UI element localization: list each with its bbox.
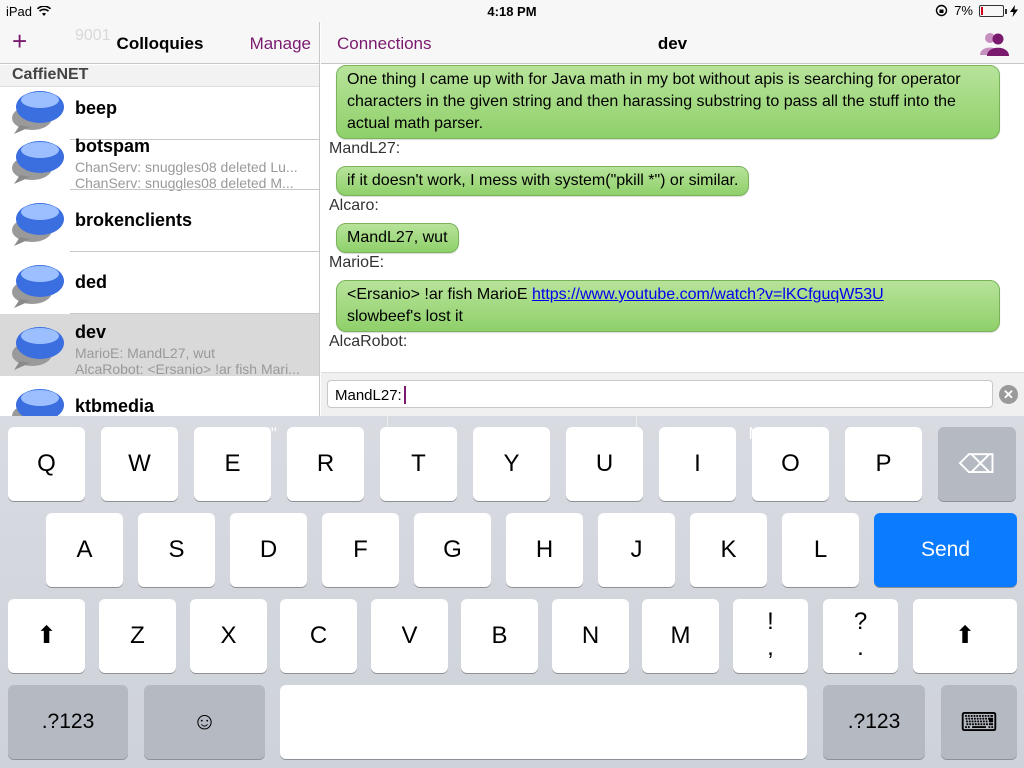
manage-button[interactable]: Manage [250,34,311,54]
key-s[interactable]: S [138,513,215,587]
key-y[interactable]: Y [473,427,550,501]
message-text: <Ersanio> !ar fish MarioE [347,286,532,303]
status-time: 4:18 PM [487,4,537,19]
key-e[interactable]: E [194,427,271,501]
message-bubble: <Ersanio> !ar fish MarioE https://www.yo… [336,280,1000,332]
list-item-ded[interactable]: ded [0,252,319,314]
message-nick: MarioE: [329,254,385,271]
battery-fill [981,6,983,15]
key-b[interactable]: B [461,599,538,673]
channel-name: brokenclients [75,210,193,230]
message-bubble: One thing I came up with for Java math i… [336,65,1000,139]
channel-preview-line: ChanServ: snuggles08 deleted Lu... [75,159,298,175]
status-bar: iPad 4:18 PM 7% [0,0,1024,22]
left-navbar: 9001 + Colloquies Manage [0,22,319,64]
chat-bubble-icon [12,389,64,416]
key-x[interactable]: X [190,599,267,673]
emoji-key[interactable]: ☺ [144,685,265,759]
key-q[interactable]: Q [8,427,85,501]
shift-key-right[interactable]: ⬆ [913,599,1017,673]
key-v[interactable]: V [371,599,448,673]
message-bubble: MandL27, wut [336,223,459,253]
message-text: slowbeef's lost it [347,308,463,325]
channel-name: beep [75,98,118,118]
key-h[interactable]: H [506,513,583,587]
message-nick: MandL27: [329,140,401,157]
network-section-header: CaffieNET [0,65,319,87]
channel-name: dev [75,322,107,342]
chat-bubble-icon [12,203,64,246]
key-top-char: ! [767,608,774,635]
channel-sidebar: beep botspam ChanServ: snuggles08 delete… [0,22,320,416]
channel-title: dev [657,34,688,53]
keyboard-hide-icon[interactable]: ⌨ [941,685,1017,759]
key-r[interactable]: R [287,427,364,501]
key-a[interactable]: A [46,513,123,587]
key-g[interactable]: G [414,513,491,587]
battery-percent: 7% [954,3,973,18]
numbers-key-right[interactable]: .?123 [823,685,925,759]
key-j[interactable]: J [598,513,675,587]
right-navbar: Connections dev [321,22,1024,64]
key-t[interactable]: T [380,427,457,501]
clear-icon[interactable]: ✕ [999,385,1018,404]
key-u[interactable]: U [566,427,643,501]
text-caret [403,386,406,404]
channel-name: botspam [75,136,151,156]
key-top-char: ? [853,608,868,635]
channel-name: ded [75,272,108,292]
input-bar: MandL27: ✕ [321,372,1024,416]
channel-preview-line: MarioE: MandL27, wut [75,345,216,361]
chat-bubble-icon [12,141,64,184]
backspace-key[interactable]: ⌫ [938,427,1016,501]
key-o[interactable]: O [752,427,829,501]
key-i[interactable]: I [659,427,736,501]
battery-icon [979,4,1007,17]
keyboard: "M" My Me Q W E R T Y U I O P ⌫ A S D F … [0,416,1024,768]
chat-transcript[interactable]: One thing I came up with for Java math i… [321,65,1024,372]
channel-preview-line: AlcaRobot: <Ersanio> !ar fish Mari... [75,361,300,377]
users-icon[interactable] [978,30,1010,56]
space-key[interactable] [280,685,807,759]
key-z[interactable]: Z [99,599,176,673]
key-f[interactable]: F [322,513,399,587]
chat-bubble-icon [12,265,64,308]
status-right: 7% [935,3,1018,18]
key-bottom-char: . [857,634,864,661]
list-item-brokenclients[interactable]: brokenclients [0,190,319,252]
rotation-lock-icon [936,4,948,17]
message-nick: AlcaRobot: [329,333,408,350]
list-item-ktbmedia[interactable]: ktbmedia [0,376,319,416]
charging-icon [1010,4,1018,17]
message-nick: Alcaro: [329,197,379,214]
key-exclamation-comma[interactable]: ! , [733,599,808,673]
shift-key-left[interactable]: ⬆ [8,599,85,673]
key-bottom-char: , [767,634,774,661]
key-question-period[interactable]: ? . [823,599,898,673]
list-item-botspam[interactable]: botspam ChanServ: snuggles08 deleted Lu.… [0,128,319,191]
key-d[interactable]: D [230,513,307,587]
send-button[interactable]: Send [874,513,1017,587]
message-bubble: if it doesn't work, I mess with system("… [336,166,750,196]
key-n[interactable]: N [552,599,629,673]
message-input[interactable]: MandL27: [327,380,993,408]
key-k[interactable]: K [690,513,767,587]
input-value: MandL27: [335,387,402,404]
key-l[interactable]: L [782,513,859,587]
key-p[interactable]: P [845,427,922,501]
list-item-dev[interactable]: dev MarioE: MandL27, wut AlcaRobot: <Ers… [0,314,319,377]
numbers-key-left[interactable]: .?123 [8,685,128,759]
key-c[interactable]: C [280,599,357,673]
message-link[interactable]: https://www.youtube.com/watch?v=lKCfguqW… [532,286,884,303]
chat-bubble-icon [12,327,64,370]
key-m[interactable]: M [642,599,719,673]
channel-name: ktbmedia [75,396,155,416]
key-w[interactable]: W [101,427,178,501]
